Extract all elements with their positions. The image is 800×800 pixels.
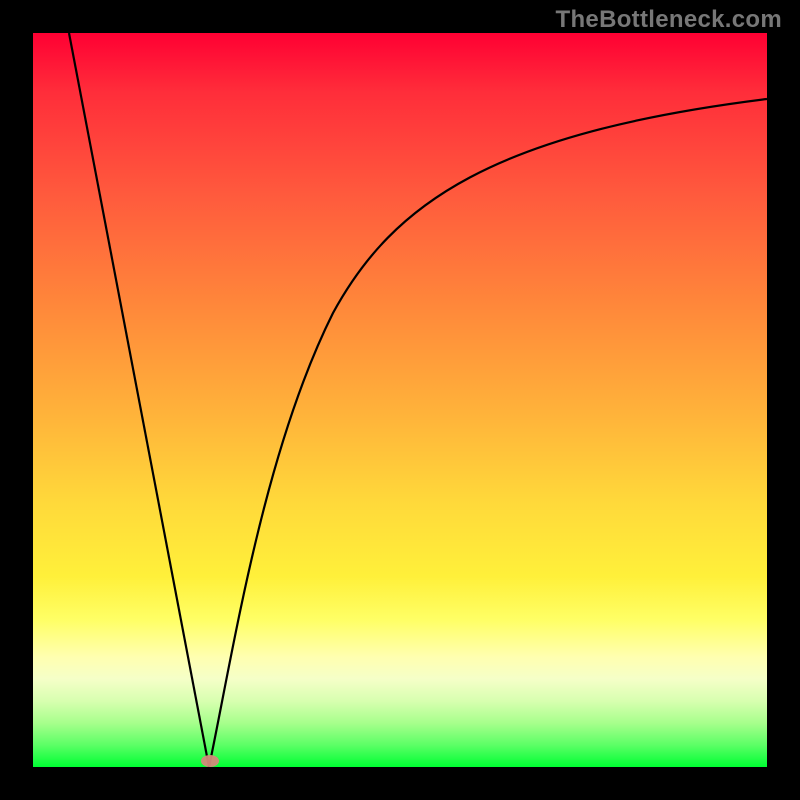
chart-frame: TheBottleneck.com [0, 0, 800, 800]
bottleneck-curve [33, 33, 767, 767]
plot-area [33, 33, 767, 767]
curve-right-branch [209, 99, 767, 767]
curve-left-branch [69, 33, 209, 767]
optimum-marker [201, 755, 219, 767]
watermark-text: TheBottleneck.com [556, 6, 782, 34]
